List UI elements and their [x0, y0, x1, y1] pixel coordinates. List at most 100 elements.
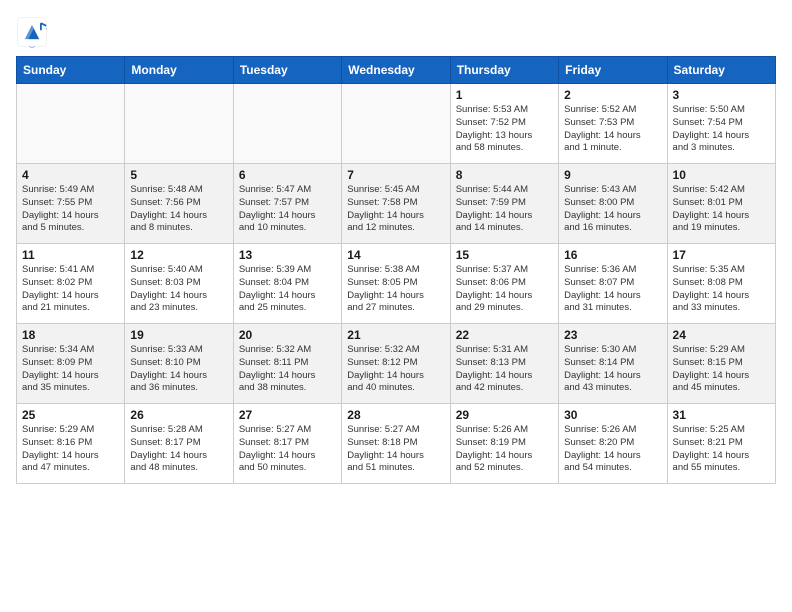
day-info: Sunrise: 5:42 AM Sunset: 8:01 PM Dayligh…: [673, 184, 770, 235]
day-info: Sunrise: 5:32 AM Sunset: 8:11 PM Dayligh…: [239, 344, 336, 395]
calendar-cell: 9 Sunrise: 5:43 AM Sunset: 8:00 PM Daylig…: [559, 164, 667, 244]
calendar-cell: 26 Sunrise: 5:28 AM Sunset: 8:17 PM Dayli…: [125, 404, 233, 484]
calendar-cell: 31 Sunrise: 5:25 AM Sunset: 8:21 PM Dayli…: [667, 404, 775, 484]
day-number: 4: [22, 168, 119, 182]
day-number: 21: [347, 328, 444, 342]
week-row-1: 1 Sunrise: 5:53 AM Sunset: 7:52 PM Daylig…: [17, 84, 776, 164]
calendar-cell: 18 Sunrise: 5:34 AM Sunset: 8:09 PM Dayli…: [17, 324, 125, 404]
day-number: 29: [456, 408, 553, 422]
day-info: Sunrise: 5:48 AM Sunset: 7:56 PM Dayligh…: [130, 184, 227, 235]
day-info: Sunrise: 5:41 AM Sunset: 8:02 PM Dayligh…: [22, 264, 119, 315]
calendar-cell: 1 Sunrise: 5:53 AM Sunset: 7:52 PM Daylig…: [450, 84, 558, 164]
day-number: 24: [673, 328, 770, 342]
day-info: Sunrise: 5:50 AM Sunset: 7:54 PM Dayligh…: [673, 104, 770, 155]
day-info: Sunrise: 5:37 AM Sunset: 8:06 PM Dayligh…: [456, 264, 553, 315]
day-info: Sunrise: 5:25 AM Sunset: 8:21 PM Dayligh…: [673, 424, 770, 475]
calendar-cell: 10 Sunrise: 5:42 AM Sunset: 8:01 PM Dayli…: [667, 164, 775, 244]
day-number: 7: [347, 168, 444, 182]
calendar-cell: 27 Sunrise: 5:27 AM Sunset: 8:17 PM Dayli…: [233, 404, 341, 484]
day-info: Sunrise: 5:38 AM Sunset: 8:05 PM Dayligh…: [347, 264, 444, 315]
day-number: 6: [239, 168, 336, 182]
day-info: Sunrise: 5:31 AM Sunset: 8:13 PM Dayligh…: [456, 344, 553, 395]
day-info: Sunrise: 5:44 AM Sunset: 7:59 PM Dayligh…: [456, 184, 553, 235]
column-header-wednesday: Wednesday: [342, 57, 450, 84]
day-number: 31: [673, 408, 770, 422]
day-info: Sunrise: 5:49 AM Sunset: 7:55 PM Dayligh…: [22, 184, 119, 235]
column-header-monday: Monday: [125, 57, 233, 84]
column-header-friday: Friday: [559, 57, 667, 84]
calendar-cell: 21 Sunrise: 5:32 AM Sunset: 8:12 PM Dayli…: [342, 324, 450, 404]
day-info: Sunrise: 5:26 AM Sunset: 8:19 PM Dayligh…: [456, 424, 553, 475]
day-number: 22: [456, 328, 553, 342]
calendar-cell: 23Sunrise: 5:30 AM Sunset: 8:14 PM Dayli…: [559, 324, 667, 404]
calendar-cell: 7 Sunrise: 5:45 AM Sunset: 7:58 PM Daylig…: [342, 164, 450, 244]
calendar-cell: [342, 84, 450, 164]
day-number: 25: [22, 408, 119, 422]
calendar-cell: 3 Sunrise: 5:50 AM Sunset: 7:54 PM Daylig…: [667, 84, 775, 164]
calendar-cell: 20 Sunrise: 5:32 AM Sunset: 8:11 PM Dayli…: [233, 324, 341, 404]
column-header-sunday: Sunday: [17, 57, 125, 84]
calendar-cell: [125, 84, 233, 164]
calendar-cell: 25 Sunrise: 5:29 AM Sunset: 8:16 PM Dayli…: [17, 404, 125, 484]
calendar-cell: [233, 84, 341, 164]
day-info: Sunrise: 5:27 AM Sunset: 8:17 PM Dayligh…: [239, 424, 336, 475]
column-header-tuesday: Tuesday: [233, 57, 341, 84]
day-number: 20: [239, 328, 336, 342]
day-number: 11: [22, 248, 119, 262]
day-info: Sunrise: 5:53 AM Sunset: 7:52 PM Dayligh…: [456, 104, 553, 155]
day-number: 2: [564, 88, 661, 102]
day-number: 5: [130, 168, 227, 182]
day-number: 3: [673, 88, 770, 102]
day-number: 30: [564, 408, 661, 422]
week-row-2: 4 Sunrise: 5:49 AM Sunset: 7:55 PM Daylig…: [17, 164, 776, 244]
day-number: 17: [673, 248, 770, 262]
day-number: 12: [130, 248, 227, 262]
day-number: 28: [347, 408, 444, 422]
day-info: Sunrise: 5:34 AM Sunset: 8:09 PM Dayligh…: [22, 344, 119, 395]
calendar-cell: 30Sunrise: 5:26 AM Sunset: 8:20 PM Dayli…: [559, 404, 667, 484]
calendar-cell: 29 Sunrise: 5:26 AM Sunset: 8:19 PM Dayli…: [450, 404, 558, 484]
calendar-cell: 24 Sunrise: 5:29 AM Sunset: 8:15 PM Dayli…: [667, 324, 775, 404]
calendar-cell: 14 Sunrise: 5:38 AM Sunset: 8:05 PM Dayli…: [342, 244, 450, 324]
day-number: 27: [239, 408, 336, 422]
day-info: Sunrise: 5:40 AM Sunset: 8:03 PM Dayligh…: [130, 264, 227, 315]
day-info: Sunrise: 5:35 AM Sunset: 8:08 PM Dayligh…: [673, 264, 770, 315]
day-info: Sunrise: 5:43 AM Sunset: 8:00 PM Dayligh…: [564, 184, 661, 235]
day-number: 10: [673, 168, 770, 182]
calendar-cell: 19 Sunrise: 5:33 AM Sunset: 8:10 PM Dayli…: [125, 324, 233, 404]
day-info: Sunrise: 5:29 AM Sunset: 8:16 PM Dayligh…: [22, 424, 119, 475]
day-number: 8: [456, 168, 553, 182]
calendar-cell: 5 Sunrise: 5:48 AM Sunset: 7:56 PM Daylig…: [125, 164, 233, 244]
day-info: Sunrise: 5:27 AM Sunset: 8:18 PM Dayligh…: [347, 424, 444, 475]
logo: [16, 16, 52, 48]
calendar-cell: 28 Sunrise: 5:27 AM Sunset: 8:18 PM Dayli…: [342, 404, 450, 484]
day-info: Sunrise: 5:33 AM Sunset: 8:10 PM Dayligh…: [130, 344, 227, 395]
day-number: 19: [130, 328, 227, 342]
calendar-cell: 6 Sunrise: 5:47 AM Sunset: 7:57 PM Daylig…: [233, 164, 341, 244]
day-number: 1: [456, 88, 553, 102]
day-number: 14: [347, 248, 444, 262]
day-info: Sunrise: 5:29 AM Sunset: 8:15 PM Dayligh…: [673, 344, 770, 395]
calendar-cell: 4 Sunrise: 5:49 AM Sunset: 7:55 PM Daylig…: [17, 164, 125, 244]
calendar-cell: 15Sunrise: 5:37 AM Sunset: 8:06 PM Dayli…: [450, 244, 558, 324]
page-header: [16, 16, 776, 48]
week-row-5: 25 Sunrise: 5:29 AM Sunset: 8:16 PM Dayli…: [17, 404, 776, 484]
column-header-saturday: Saturday: [667, 57, 775, 84]
day-info: Sunrise: 5:39 AM Sunset: 8:04 PM Dayligh…: [239, 264, 336, 315]
day-info: Sunrise: 5:45 AM Sunset: 7:58 PM Dayligh…: [347, 184, 444, 235]
day-number: 18: [22, 328, 119, 342]
calendar-cell: 12 Sunrise: 5:40 AM Sunset: 8:03 PM Dayli…: [125, 244, 233, 324]
day-info: Sunrise: 5:32 AM Sunset: 8:12 PM Dayligh…: [347, 344, 444, 395]
day-info: Sunrise: 5:52 AM Sunset: 7:53 PM Dayligh…: [564, 104, 661, 155]
week-row-4: 18 Sunrise: 5:34 AM Sunset: 8:09 PM Dayli…: [17, 324, 776, 404]
logo-icon: [16, 16, 48, 48]
day-info: Sunrise: 5:28 AM Sunset: 8:17 PM Dayligh…: [130, 424, 227, 475]
column-header-thursday: Thursday: [450, 57, 558, 84]
day-number: 9: [564, 168, 661, 182]
calendar-table: SundayMondayTuesdayWednesdayThursdayFrid…: [16, 56, 776, 484]
week-row-3: 11 Sunrise: 5:41 AM Sunset: 8:02 PM Dayli…: [17, 244, 776, 324]
day-info: Sunrise: 5:30 AM Sunset: 8:14 PM Dayligh…: [564, 344, 661, 395]
day-info: Sunrise: 5:47 AM Sunset: 7:57 PM Dayligh…: [239, 184, 336, 235]
day-number: 26: [130, 408, 227, 422]
calendar-cell: 13Sunrise: 5:39 AM Sunset: 8:04 PM Dayli…: [233, 244, 341, 324]
